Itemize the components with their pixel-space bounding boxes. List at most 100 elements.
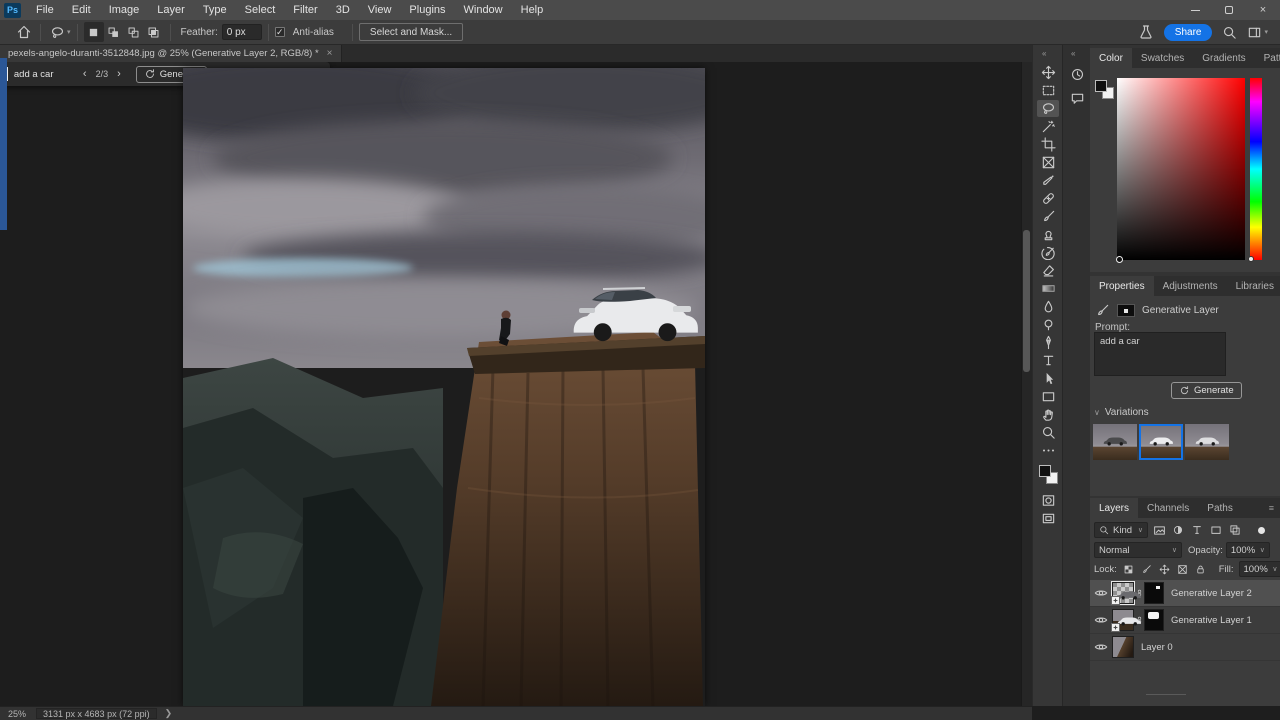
visibility-eye-icon[interactable] [1090, 613, 1112, 627]
hue-slider-selector[interactable] [1248, 256, 1254, 262]
menu-filter[interactable]: Filter [284, 0, 326, 20]
minimize-button[interactable] [1178, 0, 1212, 20]
tool-dodge[interactable] [1037, 316, 1059, 333]
tool-type[interactable] [1037, 352, 1059, 369]
layer-name[interactable]: Layer 0 [1141, 642, 1173, 653]
visibility-eye-icon[interactable] [1090, 640, 1112, 654]
taskbar-prompt-input[interactable] [13, 68, 76, 80]
tool-lasso[interactable] [1037, 100, 1059, 117]
menu-3d[interactable]: 3D [327, 0, 359, 20]
layer-row-generative-layer-1[interactable]: Generative Layer 1 [1090, 607, 1280, 634]
home-button[interactable] [14, 22, 34, 42]
properties-generate-button[interactable]: Generate [1171, 382, 1242, 399]
menu-plugins[interactable]: Plugins [400, 0, 454, 20]
close-button[interactable]: × [1246, 0, 1280, 20]
tool-eyedropper[interactable] [1037, 172, 1059, 189]
filter-pixel-layers-icon[interactable] [1151, 523, 1167, 538]
visibility-eye-icon[interactable] [1090, 586, 1112, 600]
variation-thumbnail-2-selected[interactable] [1139, 424, 1183, 460]
layer-row-layer-0[interactable]: Layer 0 [1090, 634, 1280, 661]
blend-mode-dropdown[interactable]: Normal ∨ [1094, 542, 1182, 558]
subtract-selection-mode-button[interactable] [124, 22, 144, 42]
screen-mode-button[interactable] [1037, 510, 1059, 527]
saturation-brightness-field[interactable] [1116, 78, 1245, 263]
version-history-icon[interactable] [1068, 65, 1086, 83]
variation-thumbnail-1[interactable] [1093, 424, 1137, 460]
zoom-level[interactable]: 25% [8, 709, 26, 719]
new-selection-mode-button[interactable] [83, 22, 104, 42]
tab-gradients[interactable]: Gradients [1193, 48, 1254, 68]
panel-resize-gripper[interactable] [1146, 694, 1186, 695]
tab-patterns[interactable]: Patterns [1255, 48, 1280, 68]
previous-variation-button[interactable]: ‹ [76, 68, 94, 80]
search-icon[interactable] [1222, 25, 1237, 40]
filter-type-layers-icon[interactable] [1189, 523, 1205, 538]
tool-move[interactable] [1037, 64, 1059, 81]
tab-swatches[interactable]: Swatches [1132, 48, 1193, 68]
share-button[interactable]: Share [1163, 23, 1213, 41]
variation-thumbnail-3[interactable] [1185, 424, 1229, 460]
tool-object-selection[interactable] [1037, 118, 1059, 135]
lock-position-icon[interactable] [1157, 562, 1173, 577]
chevron-down-icon[interactable]: ▾ [1264, 28, 1268, 36]
filter-smart-objects-icon[interactable] [1227, 523, 1243, 538]
menu-help[interactable]: Help [512, 0, 553, 20]
tool-eraser[interactable] [1037, 262, 1059, 279]
tab-adjustments[interactable]: Adjustments [1154, 276, 1227, 296]
opacity-dropdown[interactable]: 100% ∨ [1225, 542, 1270, 558]
menu-image[interactable]: Image [100, 0, 149, 20]
tool-crop[interactable] [1037, 136, 1059, 153]
close-tab-icon[interactable]: × [327, 48, 333, 59]
prompt-textarea[interactable]: add a car [1094, 332, 1226, 376]
layer-filter-type-dropdown[interactable]: Kind ∨ [1094, 522, 1148, 538]
status-chevron-icon[interactable]: ❯ [165, 708, 173, 719]
photoshop-logo[interactable]: Ps [4, 2, 21, 18]
panel-menu-icon[interactable]: ≡ [1269, 498, 1280, 518]
tool-rectangular-marquee[interactable] [1037, 82, 1059, 99]
tool-clone-stamp[interactable] [1037, 226, 1059, 243]
color-field-selector[interactable] [1116, 256, 1123, 263]
chevron-down-icon[interactable]: ▾ [67, 28, 71, 36]
canvas-image[interactable] [113, 62, 753, 706]
layer-name[interactable]: Generative Layer 1 [1171, 615, 1252, 626]
next-variation-button[interactable]: › [110, 68, 128, 80]
tab-layers[interactable]: Layers [1090, 498, 1139, 518]
hue-slider[interactable] [1248, 78, 1262, 262]
more-tools-button[interactable] [1037, 442, 1059, 459]
tool-pen[interactable] [1037, 334, 1059, 351]
quick-mask-mode-button[interactable] [1037, 492, 1059, 509]
layer-row-generative-layer-2[interactable]: Generative Layer 2 [1090, 580, 1280, 607]
tool-history-brush[interactable] [1037, 244, 1059, 261]
tab-color[interactable]: Color [1090, 48, 1132, 68]
foreground-color-swatch[interactable] [1095, 80, 1107, 92]
beaker-icon[interactable] [1138, 24, 1154, 40]
layer-thumbnail[interactable] [1112, 636, 1134, 658]
tool-zoom[interactable] [1037, 424, 1059, 441]
menu-file[interactable]: File [27, 0, 63, 20]
menu-view[interactable]: View [359, 0, 401, 20]
tool-rectangle[interactable] [1037, 388, 1059, 405]
collapse-dock-icon[interactable]: « [1071, 47, 1076, 59]
tool-gradient[interactable] [1037, 280, 1059, 297]
document-tab[interactable]: pexels-angelo-duranti-3512848.jpg @ 25% … [0, 45, 342, 62]
tool-path-select[interactable] [1037, 370, 1059, 387]
select-and-mask-button[interactable]: Select and Mask... [358, 23, 464, 41]
menu-window[interactable]: Window [455, 0, 512, 20]
layer-mask-thumbnail[interactable] [1144, 582, 1164, 604]
menu-select[interactable]: Select [236, 0, 285, 20]
canvas-vertical-scrollbar-thumb[interactable] [1023, 230, 1030, 372]
intersect-selection-mode-button[interactable] [144, 22, 164, 42]
tab-channels[interactable]: Channels [1138, 498, 1198, 518]
tool-hand[interactable] [1037, 406, 1059, 423]
filter-adjustment-layers-icon[interactable] [1170, 523, 1186, 538]
menu-type[interactable]: Type [194, 0, 236, 20]
tab-paths[interactable]: Paths [1198, 498, 1242, 518]
maximize-button[interactable] [1212, 0, 1246, 20]
menu-layer[interactable]: Layer [148, 0, 194, 20]
canvas-pasteboard[interactable]: ‹ 2/3 › Generate ••• [0, 62, 1032, 706]
color-panel-swatches[interactable] [1095, 80, 1117, 102]
variations-header[interactable]: ∨ Variations [1094, 407, 1149, 418]
lock-all-icon[interactable] [1193, 562, 1209, 577]
lock-artboard-icon[interactable] [1175, 562, 1191, 577]
anti-alias-checkbox[interactable]: ✓ [274, 27, 285, 37]
